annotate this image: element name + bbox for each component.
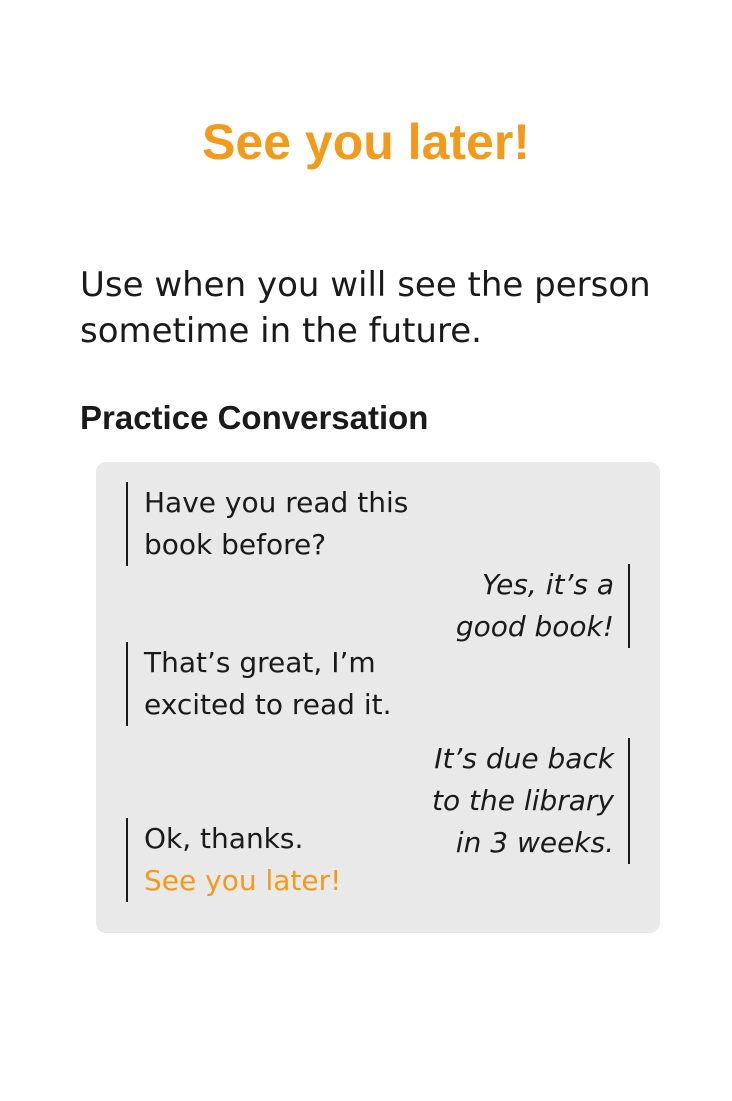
highlighted-phrase: See you later! bbox=[144, 864, 342, 897]
message-line: in 3 weeks. bbox=[455, 826, 614, 859]
message-line: Have you read this bbox=[144, 486, 409, 519]
message-line: That’s great, I’m bbox=[144, 646, 376, 679]
message-line: Yes, it’s a bbox=[482, 568, 614, 601]
message-right-2: It’s due back to the library in 3 weeks. bbox=[432, 738, 630, 864]
message-left-2: That’s great, I’m excited to read it. bbox=[126, 642, 392, 726]
message-line: It’s due back bbox=[434, 742, 614, 775]
message-line: excited to read it. bbox=[144, 688, 392, 721]
message-line: Ok, thanks. bbox=[144, 822, 304, 855]
section-heading: Practice Conversation bbox=[80, 399, 429, 436]
message-line: to the library bbox=[432, 784, 614, 817]
message-left-3: Ok, thanks. See you later! bbox=[126, 818, 341, 902]
message-line: good book! bbox=[455, 610, 614, 643]
message-right-1: Yes, it’s a good book! bbox=[456, 564, 630, 648]
message-line: book before? bbox=[144, 528, 327, 561]
usage-description: Use when you will see the person sometim… bbox=[80, 265, 651, 351]
page-title: See you later! bbox=[202, 114, 530, 170]
message-left-1: Have you read this book before? bbox=[126, 482, 408, 566]
